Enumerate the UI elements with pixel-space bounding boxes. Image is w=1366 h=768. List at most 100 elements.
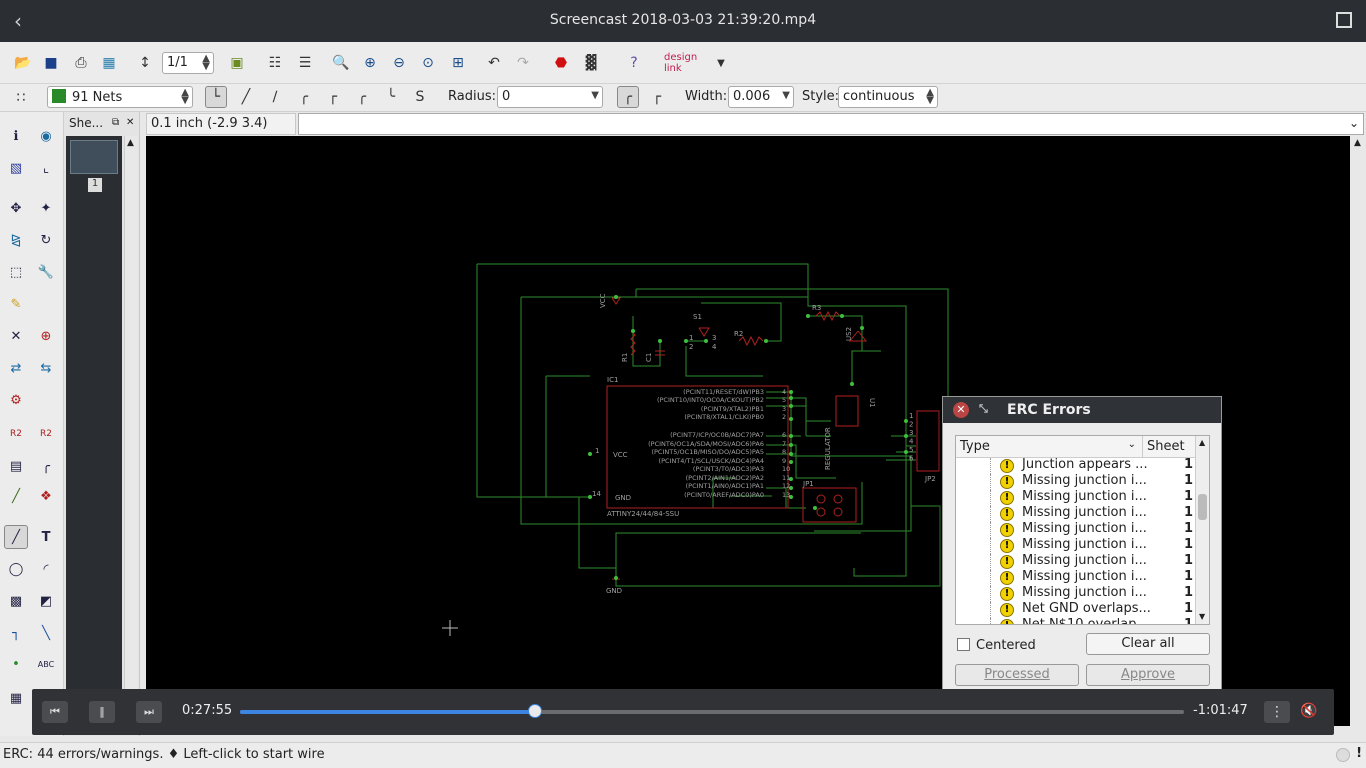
mute-icon[interactable]: 🔇 <box>1300 703 1317 719</box>
erc-row[interactable]: ! Missing junction i... 1 <box>956 505 1194 522</box>
mark-icon[interactable]: ⌞ <box>34 156 58 180</box>
bus-tool-icon[interactable]: ┐ <box>4 621 28 645</box>
net-tool-icon[interactable]: ╲ <box>34 621 58 645</box>
bend-curve-icon[interactable]: ╰ <box>380 86 402 108</box>
sheet-thumbnail[interactable] <box>70 140 118 174</box>
help-icon[interactable]: ? <box>623 52 645 74</box>
polygon-tool-icon[interactable]: ◩ <box>34 589 58 613</box>
cam-processor-icon[interactable]: ▦ <box>98 52 120 74</box>
library-icon[interactable]: ▣ <box>226 52 248 74</box>
bend-round-icon[interactable]: ╭ <box>351 86 373 108</box>
bend-free-icon[interactable]: S <box>409 86 431 108</box>
stop-icon[interactable]: ⬣ <box>550 52 572 74</box>
zoom-in-icon[interactable]: ⊕ <box>359 52 381 74</box>
close-panel-icon[interactable]: ✕ <box>126 117 134 128</box>
radius-field[interactable]: 0 ▼ <box>497 86 603 108</box>
page-select[interactable]: 1/1 ▲ ▼ <box>162 52 214 74</box>
command-line-input[interactable]: ⌄ <box>298 113 1364 135</box>
bend-45-icon[interactable]: ╱ <box>235 86 257 108</box>
shrink-icon[interactable]: ⤡ <box>979 402 988 416</box>
pause-icon[interactable]: ‖ <box>89 701 115 723</box>
value-icon[interactable]: R2 <box>34 422 58 446</box>
scrollbar-thumb[interactable] <box>1198 494 1207 520</box>
menu-kebab-icon[interactable]: ⋮ <box>1264 701 1290 723</box>
attribute-tool-icon[interactable]: ▦ <box>4 686 28 710</box>
invoke-icon[interactable]: ❖ <box>34 484 58 508</box>
undo-icon[interactable]: ↶ <box>483 52 505 74</box>
print-icon[interactable]: ⎙ <box>70 52 92 74</box>
pinswap-icon[interactable]: ⇄ <box>4 356 28 380</box>
text-tool-icon[interactable]: T <box>34 525 58 549</box>
seek-handle[interactable] <box>528 704 543 718</box>
skip-forward-icon[interactable]: ⏭ <box>136 701 162 723</box>
gateswap-icon[interactable]: ⇆ <box>34 356 58 380</box>
checkbox-box[interactable] <box>957 638 970 651</box>
erc-row[interactable]: ! Missing junction i... 1 <box>956 521 1194 538</box>
cap-flat-icon[interactable]: ┌ <box>646 86 668 108</box>
erc-row[interactable]: ! Missing junction i... 1 <box>956 473 1194 490</box>
junction-tool-icon[interactable]: • <box>4 652 28 676</box>
redo-icon[interactable]: ↷ <box>512 52 534 74</box>
name-icon[interactable]: R2 <box>4 422 28 446</box>
bend-arc-icon[interactable]: ╭ <box>293 86 315 108</box>
skip-back-icon[interactable]: ⏮ <box>42 701 68 723</box>
erc-row[interactable]: ! Net GND overlaps... 1 <box>956 601 1194 618</box>
chevron-down-icon[interactable]: ⌄ <box>1349 116 1359 130</box>
erc-list-scrollbar[interactable]: ▲ ▼ <box>1195 436 1209 624</box>
close-icon[interactable]: ✕ <box>953 402 969 418</box>
delete-icon[interactable]: ✕ <box>4 324 28 348</box>
approve-button[interactable]: Approve <box>1086 664 1210 686</box>
mirror-icon[interactable]: ⧎ <box>4 228 28 252</box>
erc-row[interactable]: ! Missing junction i... 1 <box>956 489 1194 506</box>
info-icon[interactable]: ℹ <box>4 124 28 148</box>
smash-icon[interactable]: ▤ <box>4 454 28 478</box>
processed-button[interactable]: Processed <box>955 664 1079 686</box>
zoom-fit-icon[interactable]: 🔍 <box>330 52 352 74</box>
column-header-sheet[interactable]: Sheet <box>1142 436 1195 458</box>
bend-straight-icon[interactable]: ∕ <box>264 86 286 108</box>
board-switch-icon[interactable]: ↕ <box>134 52 156 74</box>
save-icon[interactable]: ■ <box>40 52 62 74</box>
centered-checkbox[interactable]: Centered <box>957 638 1036 653</box>
erc-row[interactable]: ! Missing junction i... 1 <box>956 537 1194 554</box>
paste-icon[interactable]: ✎ <box>4 292 28 316</box>
change-wrench-icon[interactable]: 🔧 <box>34 260 58 284</box>
rect-tool-icon[interactable]: ▩ <box>4 589 28 613</box>
grid-icon[interactable]: ∷ <box>10 87 32 109</box>
group-icon[interactable]: ⬚ <box>4 260 28 284</box>
move-icon[interactable]: ✥ <box>4 196 28 220</box>
wire-tool-icon[interactable]: ╱ <box>4 525 28 549</box>
clear-all-button[interactable]: Clear all <box>1086 633 1210 655</box>
script-icon[interactable]: ▓ <box>580 52 602 74</box>
erc-row[interactable]: ! Missing junction i... 1 <box>956 569 1194 586</box>
arc-tool-icon[interactable]: ◜ <box>34 557 58 581</box>
design-link-logo[interactable]: design link <box>664 52 708 74</box>
stop-command-icon[interactable]: ! <box>1356 746 1362 761</box>
erc-row[interactable]: ! Net N$10 overlap... 1 <box>956 617 1194 624</box>
miter-icon[interactable]: ╭ <box>34 454 58 478</box>
zoom-select-icon[interactable]: ⊞ <box>447 52 469 74</box>
net-class-select[interactable]: 91 Nets ▲ ▼ <box>47 86 193 108</box>
zoom-out-icon[interactable]: ⊖ <box>388 52 410 74</box>
chevron-down-icon[interactable]: ▼ <box>710 52 732 74</box>
column-header-type[interactable]: Type ⌄ <box>956 436 1142 458</box>
rotate-icon[interactable]: ↻ <box>34 228 58 252</box>
canvas-vertical-scrollbar[interactable]: ▲ <box>1350 136 1366 726</box>
open-folder-icon[interactable]: 📂 <box>12 52 34 74</box>
replace-icon[interactable]: ⚙ <box>4 388 28 412</box>
show-eye-icon[interactable]: ◉ <box>34 124 58 148</box>
sheets-scrollbar[interactable]: ▲ <box>124 136 138 712</box>
float-panel-icon[interactable]: ⧉ <box>112 117 119 128</box>
seek-bar[interactable] <box>240 704 1184 718</box>
erc-row[interactable]: ! Missing junction i... 1 <box>956 553 1194 570</box>
erc-row[interactable]: ! Junction appears ... 1 <box>956 457 1194 474</box>
width-field[interactable]: 0.006 ▼ <box>728 86 794 108</box>
bend-90-icon[interactable]: └ <box>205 86 227 108</box>
style-select[interactable]: continuous ▲ ▼ <box>838 86 938 108</box>
netlist-icon[interactable]: ☰ <box>294 52 316 74</box>
copy-icon[interactable]: ✦ <box>34 196 58 220</box>
add-part-icon[interactable]: ⊕ <box>34 324 58 348</box>
layers-icon[interactable]: ▧ <box>4 156 28 180</box>
erc-error-list[interactable]: Type ⌄ Sheet ! Junction appears ... 1! Missi… <box>955 435 1210 625</box>
circle-tool-icon[interactable]: ◯ <box>4 557 28 581</box>
